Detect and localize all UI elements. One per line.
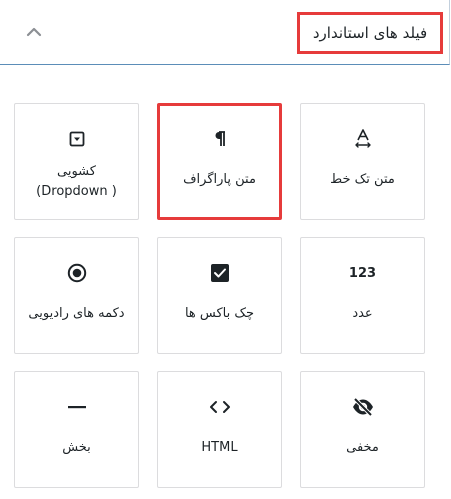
section-title: فیلد های استاندارد — [297, 12, 443, 54]
field-tile-section[interactable]: بخش — [14, 371, 139, 488]
section-divider-icon — [15, 394, 138, 420]
field-tile-label: بخش — [62, 440, 91, 455]
field-tile-label: متن تک خط — [330, 172, 395, 187]
field-tile-label: چک باکس ها — [184, 306, 255, 321]
field-tile-number[interactable]: 123 عدد — [300, 237, 425, 354]
dropdown-icon — [15, 126, 138, 152]
field-tile-label: مخفی — [346, 440, 379, 455]
field-tile-single-line-text[interactable]: متن تک خط — [300, 103, 425, 220]
field-tile-paragraph-text[interactable]: متن پاراگراف — [157, 103, 282, 220]
field-tile-label: دکمه های رادیویی — [28, 306, 125, 321]
field-tile-label: متن پاراگراف — [183, 172, 256, 187]
field-tile-label: عدد — [352, 306, 373, 321]
standard-fields-section-header[interactable]: فیلد های استاندارد — [0, 0, 450, 65]
code-icon — [158, 394, 281, 420]
field-tile-label: کشویی ( Dropdown) — [36, 164, 117, 199]
field-tile-hidden[interactable]: مخفی — [300, 371, 425, 488]
field-tile-radio-buttons[interactable]: دکمه های رادیویی — [14, 237, 139, 354]
checkbox-icon — [158, 260, 281, 286]
paragraph-icon — [160, 126, 279, 152]
eye-slash-icon — [301, 394, 424, 420]
radio-icon — [15, 260, 138, 286]
field-tile-checkboxes[interactable]: چک باکس ها — [157, 237, 282, 354]
chevron-up-icon[interactable] — [22, 20, 46, 44]
field-tile-label: HTML — [201, 440, 238, 455]
text-single-line-icon — [301, 126, 424, 152]
field-type-grid: کشویی ( Dropdown) متن پاراگراف متن تک خط — [14, 103, 425, 488]
field-tile-dropdown[interactable]: کشویی ( Dropdown) — [14, 103, 139, 220]
field-tile-html[interactable]: HTML — [157, 371, 282, 488]
number-icon: 123 — [301, 260, 424, 286]
number-icon-text: 123 — [348, 265, 377, 281]
